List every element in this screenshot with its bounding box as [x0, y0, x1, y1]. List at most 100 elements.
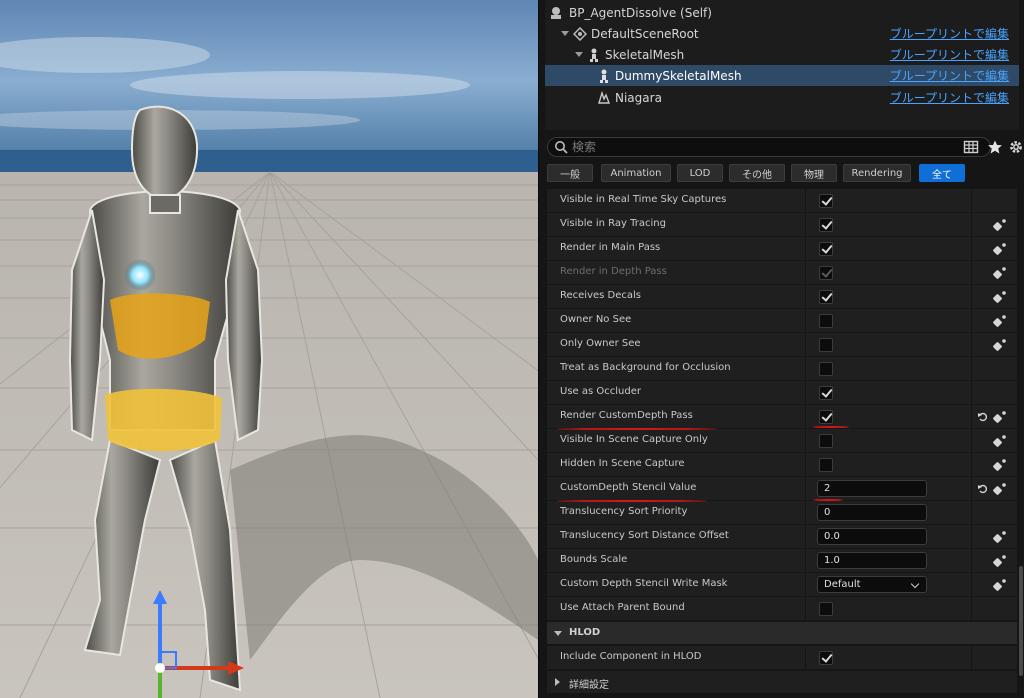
- property-label: CustomDepth Stencil Value: [560, 482, 697, 493]
- property-options-icon[interactable]: [993, 530, 1007, 544]
- section-title: 詳細設定: [569, 680, 609, 691]
- translucency-sort-distance-offset-input[interactable]: 0.0: [817, 528, 927, 545]
- tree-item-skeletal-mesh[interactable]: SkeletalMesh ブループリントで編集: [545, 44, 1019, 65]
- visible-in-ray-tracing-checkbox[interactable]: [819, 218, 833, 232]
- annotation-underline: [557, 428, 717, 430]
- details-scrollbar[interactable]: [1019, 566, 1023, 676]
- visible-in-real-time-sky-captures-checkbox[interactable]: [819, 194, 833, 208]
- prop-include-component-in-hlod: Include Component in HLOD: [547, 646, 1017, 670]
- tab-other[interactable]: その他: [729, 164, 785, 182]
- chevron-down-icon[interactable]: [575, 52, 583, 57]
- prop-render-in-depth-pass: Render in Depth Pass: [547, 261, 1017, 285]
- property-label: Receives Decals: [560, 290, 642, 301]
- scene-root-icon: [573, 27, 587, 41]
- only-owner-see-checkbox[interactable]: [819, 338, 833, 352]
- tab-physics[interactable]: 物理: [791, 164, 837, 182]
- annotation-underline: [813, 426, 849, 428]
- render-customdepth-pass-checkbox[interactable]: [819, 410, 833, 424]
- chevron-down-icon[interactable]: [561, 31, 569, 36]
- reset-to-default-icon[interactable]: [977, 483, 989, 495]
- custom-depth-stencil-write-mask-dropdown[interactable]: Default: [817, 576, 927, 593]
- property-label: Bounds Scale: [560, 554, 628, 565]
- receives-decals-checkbox[interactable]: [819, 290, 833, 304]
- bounds-scale-input[interactable]: 1.0: [817, 552, 927, 569]
- prop-only-owner-see: Only Owner See: [547, 333, 1017, 357]
- owner-no-see-checkbox[interactable]: [819, 314, 833, 328]
- table-view-icon[interactable]: [963, 139, 979, 155]
- property-label: Render in Main Pass: [560, 242, 661, 253]
- tree-item-self[interactable]: BP_AgentDissolve (Self): [545, 2, 1019, 23]
- tab-general[interactable]: 一般: [547, 164, 593, 182]
- property-label: Include Component in HLOD: [560, 651, 702, 662]
- edit-in-blueprint-link[interactable]: ブループリントで編集: [890, 46, 1009, 63]
- tree-item-label: BP_AgentDissolve (Self): [569, 5, 712, 20]
- search-box[interactable]: [547, 137, 991, 157]
- tab-rendering[interactable]: Rendering: [843, 164, 911, 182]
- edit-in-blueprint-link[interactable]: ブループリントで編集: [890, 89, 1009, 106]
- treat-as-background-for-occlusion-checkbox[interactable]: [819, 362, 833, 376]
- visible-in-scene-capture-only-checkbox[interactable]: [819, 434, 833, 448]
- property-options-icon[interactable]: [993, 242, 1007, 256]
- prop-receives-decals: Receives Decals: [547, 285, 1017, 309]
- chevron-right-icon: [555, 678, 560, 686]
- prop-treat-as-background-for-occlusion: Treat as Background for Occlusion: [547, 357, 1017, 381]
- tree-item-label: DummySkeletalMesh: [615, 68, 742, 83]
- property-options-icon[interactable]: [993, 458, 1007, 472]
- property-label: Render CustomDepth Pass: [560, 410, 693, 421]
- skeletal-mesh-icon: [590, 48, 598, 62]
- property-options-icon[interactable]: [993, 218, 1007, 232]
- star-icon[interactable]: [987, 139, 1003, 155]
- prop-translucency-sort-priority: Translucency Sort Priority 0: [547, 501, 1017, 525]
- skeletal-mesh-icon: [600, 69, 608, 83]
- prop-use-attach-parent-bound: Use Attach Parent Bound: [547, 597, 1017, 621]
- property-options-icon[interactable]: [993, 434, 1007, 448]
- render-in-main-pass-checkbox[interactable]: [819, 242, 833, 256]
- property-label: Visible In Scene Capture Only: [560, 434, 708, 445]
- property-label: Translucency Sort Priority: [560, 506, 688, 517]
- reset-to-default-icon[interactable]: [977, 411, 989, 423]
- property-options-icon[interactable]: [993, 578, 1007, 592]
- edit-in-blueprint-link[interactable]: ブループリントで編集: [890, 67, 1009, 84]
- annotation-underline: [813, 499, 843, 501]
- search-input[interactable]: [572, 139, 972, 155]
- tab-lod[interactable]: LOD: [677, 164, 723, 182]
- viewport-scene: [0, 0, 538, 698]
- level-viewport[interactable]: [0, 0, 538, 698]
- prop-custom-depth-stencil-write-mask: Custom Depth Stencil Write Mask Default: [547, 573, 1017, 597]
- property-options-icon[interactable]: [993, 482, 1007, 496]
- tree-item-default-scene-root[interactable]: DefaultSceneRoot ブループリントで編集: [545, 23, 1019, 44]
- section-hlod[interactable]: HLOD: [547, 622, 1017, 644]
- hidden-in-scene-capture-checkbox[interactable]: [819, 458, 833, 472]
- property-options-icon[interactable]: [993, 290, 1007, 304]
- property-label: Use as Occluder: [560, 386, 641, 397]
- edit-in-blueprint-link[interactable]: ブループリントで編集: [890, 25, 1009, 42]
- tree-item-niagara[interactable]: Niagara ブループリントで編集: [545, 87, 1019, 108]
- include-component-in-hlod-checkbox[interactable]: [819, 651, 833, 665]
- property-options-icon[interactable]: [993, 266, 1007, 280]
- property-label: Hidden In Scene Capture: [560, 458, 685, 469]
- property-options-icon[interactable]: [993, 554, 1007, 568]
- tree-item-dummy-skeletal-mesh[interactable]: DummySkeletalMesh ブループリントで編集: [545, 65, 1019, 86]
- tab-all[interactable]: 全て: [919, 164, 965, 182]
- tree-item-label: Niagara: [615, 90, 662, 105]
- details-panel: BP_AgentDissolve (Self) DefaultSceneRoot…: [538, 0, 1024, 698]
- translucency-sort-priority-input[interactable]: 0: [817, 504, 927, 521]
- property-options-icon[interactable]: [993, 410, 1007, 424]
- use-attach-parent-bound-checkbox[interactable]: [819, 602, 833, 616]
- use-as-occluder-checkbox[interactable]: [819, 386, 833, 400]
- property-label: Owner No See: [560, 314, 632, 325]
- property-options-icon[interactable]: [993, 338, 1007, 352]
- customdepth-stencil-value-input[interactable]: 2: [817, 480, 927, 497]
- dropdown-value: Default: [824, 579, 861, 590]
- property-options-icon[interactable]: [993, 314, 1007, 328]
- tree-item-label: SkeletalMesh: [605, 47, 685, 62]
- prop-owner-no-see: Owner No See: [547, 309, 1017, 333]
- dissolve-glow-lower: [105, 388, 222, 452]
- section-advanced[interactable]: 詳細設定: [547, 671, 1017, 693]
- gear-icon[interactable]: [1008, 139, 1024, 155]
- chevron-down-icon: [554, 631, 562, 636]
- tab-animation[interactable]: Animation: [601, 164, 671, 182]
- prop-render-in-main-pass: Render in Main Pass: [547, 237, 1017, 261]
- property-label: Custom Depth Stencil Write Mask: [560, 578, 728, 589]
- blueprint-self-icon: [551, 7, 561, 19]
